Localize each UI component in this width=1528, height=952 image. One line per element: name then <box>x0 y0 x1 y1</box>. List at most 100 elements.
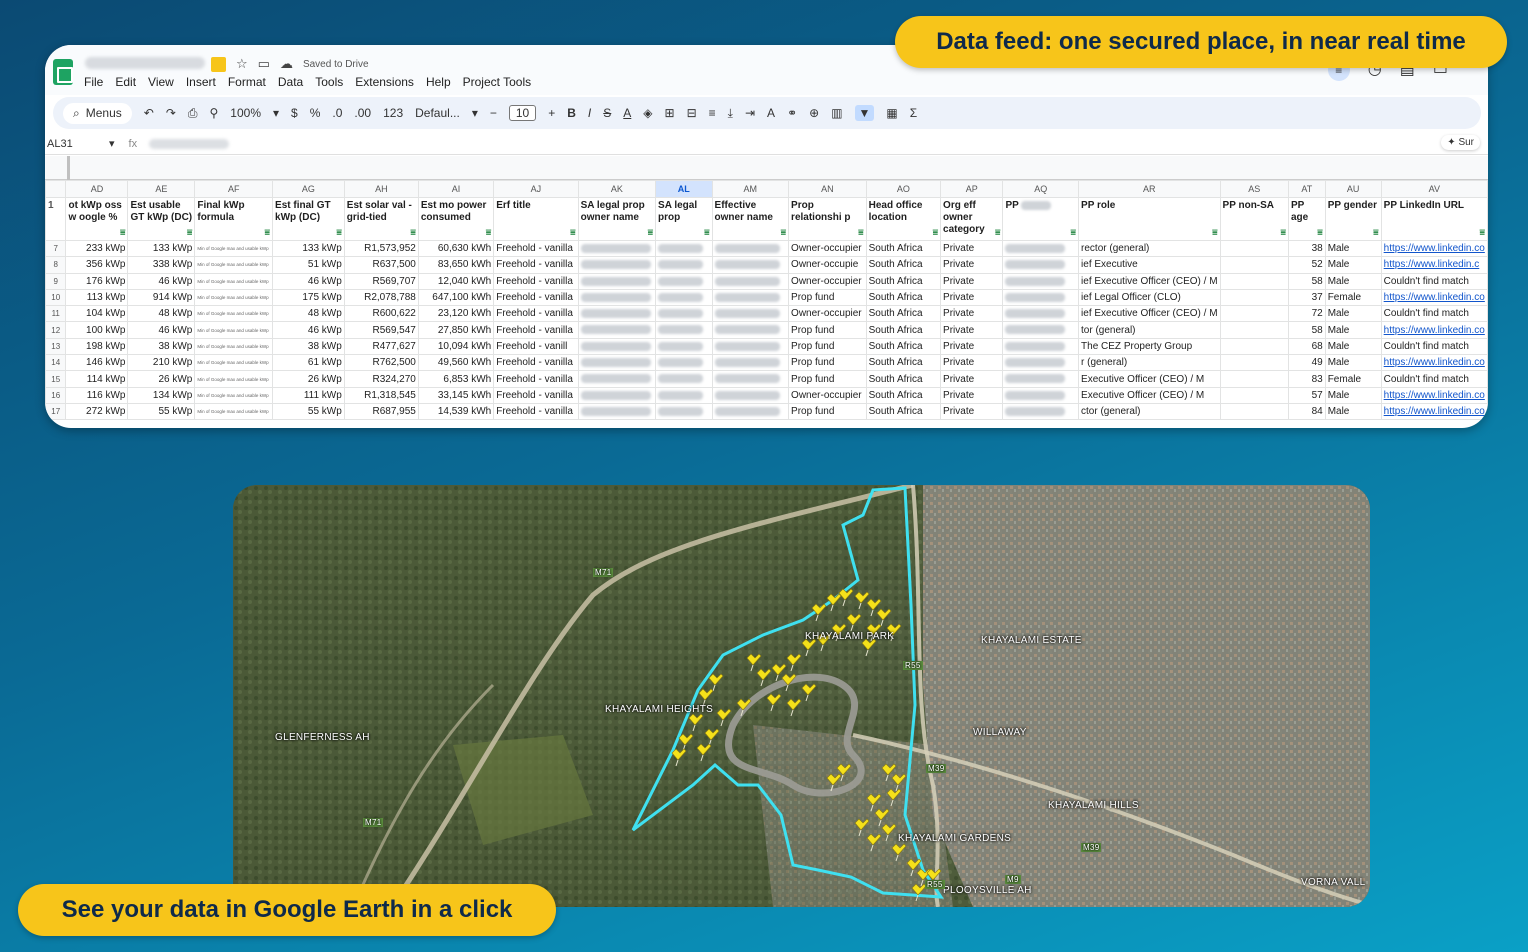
column-letter-am[interactable]: AM <box>711 180 790 198</box>
cell-ae[interactable]: 46 kWp <box>127 272 196 290</box>
cell-ai[interactable]: 6,853 kWh <box>417 370 495 388</box>
cell-am[interactable] <box>711 288 790 307</box>
cell-ar[interactable]: ief Executive <box>1078 256 1221 274</box>
font-size-increase-icon[interactable]: + <box>548 106 555 120</box>
cell-ag[interactable]: 46 kWp <box>272 321 345 339</box>
column-letter-ao[interactable]: AO <box>865 180 942 198</box>
cell-ah[interactable]: R637,500 <box>343 256 419 274</box>
cell-as[interactable] <box>1219 402 1290 421</box>
row-number[interactable]: 8 <box>45 256 67 274</box>
cell-af-formula[interactable]: Min of Google max and usable kWp <box>194 321 274 339</box>
number-format-button[interactable]: 123 <box>383 106 403 120</box>
cell-al[interactable] <box>655 321 713 339</box>
cell-ai[interactable]: 12,040 kWh <box>417 272 495 290</box>
cell-ag[interactable]: 55 kWp <box>272 402 345 421</box>
cell-ah[interactable]: R324,270 <box>343 370 419 388</box>
column-header-ar[interactable]: PP role ⩸ <box>1078 197 1221 241</box>
column-letter-ar[interactable]: AR <box>1078 180 1221 198</box>
cell-aq[interactable] <box>1002 370 1080 388</box>
cell-ar[interactable]: The CEZ Property Group <box>1078 337 1221 356</box>
cell-av[interactable]: https://www.linkedin.co <box>1380 386 1488 404</box>
cell-aj[interactable]: Freehold - vanilla <box>493 239 579 258</box>
column-letter-al[interactable]: AL <box>655 180 713 198</box>
cell-ap[interactable]: Private <box>940 272 1004 290</box>
column-header-ah[interactable]: Est solar val - grid-tied ⩸ <box>343 197 419 241</box>
cell-aq[interactable] <box>1002 239 1080 258</box>
cell-aj[interactable]: Freehold - vanilla <box>493 321 579 339</box>
column-letter-ak[interactable]: AK <box>577 180 657 198</box>
menu-file[interactable]: File <box>84 75 103 89</box>
filter-icon[interactable]: ⩸ <box>648 226 653 238</box>
cell-an[interactable]: Owner-occupier <box>788 305 867 323</box>
menu-data[interactable]: Data <box>278 75 303 89</box>
column-letter-aq[interactable]: AQ <box>1002 180 1080 198</box>
menu-format[interactable]: Format <box>228 75 266 89</box>
cell-at[interactable]: 68 <box>1288 337 1326 356</box>
row-number[interactable]: 1 <box>45 197 67 241</box>
filter-icon[interactable]: ⩸ <box>933 226 938 238</box>
cell-aj[interactable]: Freehold - vanill <box>493 337 579 356</box>
cell-ad[interactable]: 114 kWp <box>65 370 129 388</box>
cell-ak[interactable] <box>577 337 657 356</box>
column-header-av[interactable]: PP LinkedIn URL ⩸ <box>1380 197 1488 241</box>
cell-av[interactable]: https://www.linkedin.co <box>1380 321 1488 339</box>
cell-al[interactable] <box>655 354 713 372</box>
column-header-ae[interactable]: Est usable GT kWp (DC) ⩸ <box>127 197 196 241</box>
cell-ag[interactable]: 48 kWp <box>272 305 345 323</box>
cell-ar[interactable]: rector (general) <box>1078 239 1221 258</box>
cell-ad[interactable]: 100 kWp <box>65 321 129 339</box>
filter-icon[interactable]: ⩸ <box>187 226 192 238</box>
cell-am[interactable] <box>711 354 790 372</box>
formula-input-redacted[interactable] <box>149 138 230 149</box>
column-letter-ae[interactable]: AE <box>127 180 196 198</box>
cell-al[interactable] <box>655 256 713 274</box>
row-number[interactable]: 13 <box>45 337 67 356</box>
cell-af-formula[interactable]: Min of Google max and usable kWp <box>194 337 274 356</box>
cell-ak[interactable] <box>577 370 657 388</box>
cell-ai[interactable]: 49,560 kWh <box>417 354 495 372</box>
cell-am[interactable] <box>711 239 790 258</box>
cell-aq[interactable] <box>1002 305 1080 323</box>
cell-ae[interactable]: 914 kWp <box>127 288 196 307</box>
cell-au[interactable]: Male <box>1324 337 1382 356</box>
cell-av[interactable]: Couldn't find match <box>1380 370 1488 388</box>
cell-ae[interactable]: 46 kWp <box>127 321 196 339</box>
cell-ao[interactable]: South Africa <box>865 305 942 323</box>
cell-ae[interactable]: 48 kWp <box>127 305 196 323</box>
merge-cells-icon[interactable]: ⊟ <box>687 106 697 120</box>
cell-ah[interactable]: R477,627 <box>343 337 419 356</box>
cell-ae[interactable]: 134 kWp <box>127 386 196 404</box>
filter-icon[interactable]: ⩸ <box>1480 226 1485 238</box>
cell-ap[interactable]: Private <box>940 321 1004 339</box>
filter-icon[interactable]: ⩸ <box>1071 226 1076 238</box>
menu-help[interactable]: Help <box>426 75 451 89</box>
column-header-ag[interactable]: Est final GT kWp (DC) ⩸ <box>272 197 345 241</box>
cell-ai[interactable]: 33,145 kWh <box>417 386 495 404</box>
cell-ar[interactable]: ctor (general) <box>1078 402 1221 421</box>
cell-av[interactable]: https://www.linkedin.co <box>1380 402 1488 421</box>
cell-ao[interactable]: South Africa <box>865 402 942 421</box>
paint-format-icon[interactable]: ⚲ <box>210 106 219 120</box>
cell-ae[interactable]: 210 kWp <box>127 354 196 372</box>
cell-ap[interactable]: Private <box>940 288 1004 307</box>
filter-icon[interactable]: ⩸ <box>410 226 415 238</box>
cell-ao[interactable]: South Africa <box>865 386 942 404</box>
row-number[interactable]: 16 <box>45 386 67 404</box>
row-number[interactable]: 17 <box>45 402 67 421</box>
functions-icon[interactable]: Σ <box>910 106 917 120</box>
cell-as[interactable] <box>1219 256 1290 274</box>
text-color-icon[interactable]: A <box>623 106 631 120</box>
cell-ad[interactable]: 104 kWp <box>65 305 129 323</box>
cell-ah[interactable]: R2,078,788 <box>343 288 419 307</box>
valign-icon[interactable]: ⤓ <box>728 106 733 121</box>
cell-al[interactable] <box>655 370 713 388</box>
cell-ar[interactable]: ief Executive Officer (CEO) / M <box>1078 272 1221 290</box>
extension-icon[interactable] <box>211 56 226 72</box>
filter-icon[interactable]: ⩸ <box>570 226 575 238</box>
increase-decimal-button[interactable]: .00 <box>354 106 371 120</box>
cell-an[interactable]: Prop fund <box>788 354 867 372</box>
cell-af-formula[interactable]: Min of Google max and usable kWp <box>194 239 274 258</box>
cell-af-formula[interactable]: Min of Google max and usable kWp <box>194 288 274 307</box>
borders-icon[interactable]: ⊞ <box>665 106 675 120</box>
cell-at[interactable]: 72 <box>1288 305 1326 323</box>
